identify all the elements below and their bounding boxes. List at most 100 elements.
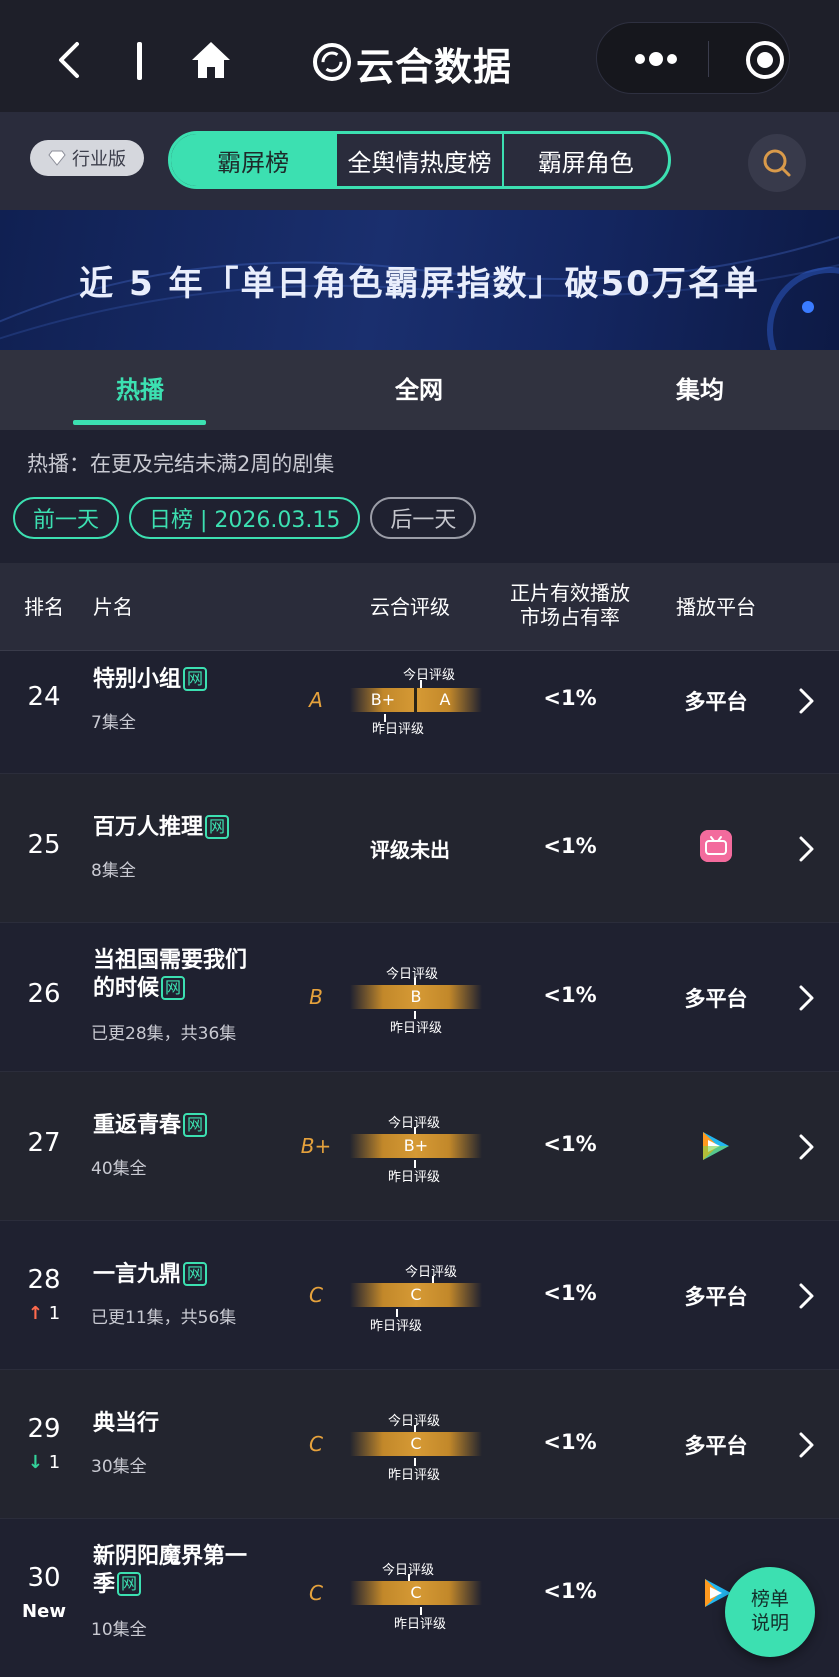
- market-share: <1%: [543, 983, 597, 1007]
- grade-bar: C: [350, 1283, 482, 1307]
- chevron-right-icon[interactable]: [796, 686, 816, 716]
- scope-description: 热播：在更及完结未满2周的剧集: [27, 452, 335, 476]
- grade-value: B+: [403, 1136, 429, 1155]
- platform-label: 多平台: [684, 1434, 748, 1458]
- net-drama-tag: 网: [161, 976, 186, 1000]
- rank-number: 27: [27, 1128, 61, 1158]
- show-title: 典当行: [93, 1410, 263, 1438]
- title-bar: 云合数据: [0, 0, 839, 112]
- next-day-button[interactable]: 后一天: [370, 497, 477, 539]
- today-grade-label: 今日评级: [403, 668, 456, 683]
- promo-banner[interactable]: 近 5 年「单日角色霸屏指数」破50万名单: [0, 210, 839, 350]
- show-title-text: 一言九鼎: [93, 1262, 182, 1287]
- new-entry-badge: New: [22, 1601, 66, 1622]
- yesterday-grade-label: 昨日评级: [388, 1468, 441, 1483]
- ranking-explanation-button[interactable]: 榜单 说明: [725, 1567, 815, 1657]
- segment-dominant-roles[interactable]: 霸屏角色: [504, 134, 668, 186]
- banner-title: 近 5 年「单日角色霸屏指数」破50万名单: [79, 264, 760, 304]
- header-share-line1: 正片有效播放: [510, 581, 630, 605]
- grade-value: B: [410, 987, 422, 1006]
- today-grade-label: 今日评级: [405, 1265, 458, 1280]
- mini-program-capsule: [596, 22, 790, 94]
- show-title-text: 典当行: [93, 1411, 160, 1436]
- chevron-right-icon[interactable]: [796, 834, 816, 864]
- rank-number: 24: [27, 682, 61, 712]
- rank-number: 26: [27, 979, 61, 1009]
- table-row[interactable]: 28 ↑ 1 一言九鼎网 已更11集，共56集 C 今日评级 C 昨日评级 <1…: [0, 1221, 839, 1370]
- show-title-text: 百万人推理: [93, 815, 204, 840]
- edition-label: 行业版: [72, 149, 126, 170]
- tencent-video-icon: [703, 1132, 729, 1160]
- show-title-line2: 季: [93, 1572, 116, 1597]
- yesterday-grade-value: B+: [370, 690, 396, 709]
- tab-all-network[interactable]: 全网: [349, 370, 489, 405]
- arrow-up-icon: ↑: [27, 1303, 43, 1324]
- yesterday-grade-label: 昨日评级: [388, 1170, 441, 1185]
- segment-public-opinion-ranking[interactable]: 全舆情热度榜: [337, 134, 504, 186]
- episode-info: 40集全: [91, 1159, 147, 1179]
- show-title-line1: 新阴阳魔界第一: [93, 1544, 248, 1569]
- chevron-right-icon[interactable]: [796, 1430, 816, 1460]
- more-icon[interactable]: [633, 49, 679, 69]
- ranking-segmented-control: 霸屏榜 全舆情热度榜 霸屏角色: [168, 131, 671, 189]
- grade-letter: C: [309, 1581, 323, 1605]
- episode-info: 30集全: [91, 1457, 147, 1477]
- net-drama-tag: 网: [183, 1113, 208, 1137]
- back-arrow-icon[interactable]: [55, 40, 85, 80]
- market-share: <1%: [543, 1132, 597, 1156]
- close-target-icon[interactable]: [745, 40, 785, 80]
- explain-line1: 榜单: [750, 1588, 789, 1610]
- header-platform: 播放平台: [676, 595, 756, 619]
- chevron-right-icon[interactable]: [796, 983, 816, 1013]
- yesterday-grade-label: 昨日评级: [390, 1021, 443, 1036]
- home-icon[interactable]: [190, 40, 232, 80]
- episode-info: 已更11集，共56集: [91, 1308, 237, 1328]
- table-row[interactable]: 24 特别小组网 7集全 A 今日评级 B+ A 昨日评级 <1% 多平台: [0, 652, 839, 774]
- search-button[interactable]: [748, 134, 806, 192]
- date-navigator: 前一天 日榜 | 2026.03.15 后一天: [13, 497, 477, 539]
- capsule-divider: [708, 41, 709, 77]
- grade-letter: B+: [300, 1134, 332, 1158]
- net-drama-tag: 网: [183, 1262, 208, 1286]
- chevron-right-icon[interactable]: [796, 1281, 816, 1311]
- table-row[interactable]: 30 New 新阴阳魔界第一季网 10集全 C 今日评级 C 昨日评级 <1%: [0, 1519, 839, 1677]
- chevron-right-icon[interactable]: [796, 1132, 816, 1162]
- segment-dominance-ranking[interactable]: 霸屏榜: [171, 134, 338, 186]
- table-row[interactable]: 26 当祖国需要我们 的时候网 已更28集，共36集 B 今日评级 B 昨日评级 …: [0, 923, 839, 1072]
- grade-bar: B+ A: [350, 688, 482, 712]
- grade-value: C: [410, 1434, 422, 1453]
- grade-bar-divider: [414, 688, 417, 712]
- yesterday-grade-label: 昨日评级: [394, 1617, 447, 1632]
- header-name: 片名: [93, 595, 133, 619]
- show-title: 百万人推理网: [93, 814, 263, 842]
- table-row[interactable]: 29 ↓ 1 典当行 30集全 C 今日评级 C 昨日评级 <1% 多平台: [0, 1370, 839, 1519]
- date-picker[interactable]: 日榜 | 2026.03.15: [129, 497, 361, 539]
- show-title: 当祖国需要我们 的时候网: [93, 947, 263, 1003]
- today-tick: [420, 680, 422, 688]
- grade-value: C: [410, 1583, 422, 1602]
- platform-label: 多平台: [684, 987, 748, 1011]
- show-title: 重返青春网: [93, 1112, 263, 1140]
- rank-change-value: 1: [48, 1303, 61, 1324]
- net-drama-tag: 网: [183, 667, 208, 691]
- prev-day-button[interactable]: 前一天: [13, 497, 120, 539]
- show-title: 特别小组网: [93, 666, 263, 694]
- edition-badge[interactable]: 行业版: [30, 140, 144, 176]
- table-row[interactable]: 25 百万人推理网 8集全 评级未出 <1%: [0, 774, 839, 923]
- market-share: <1%: [543, 1430, 597, 1454]
- episode-info: 7集全: [91, 713, 136, 733]
- tab-hot[interactable]: 热播: [70, 370, 210, 405]
- table-row[interactable]: 27 重返青春网 40集全 B+ 今日评级 B+ 昨日评级 <1%: [0, 1072, 839, 1221]
- rank-change-value: 1: [48, 1452, 61, 1473]
- grade-bar: B: [350, 985, 482, 1009]
- rank-number: 28: [27, 1265, 61, 1295]
- grade-letter: A: [309, 688, 323, 712]
- explain-line2: 说明: [750, 1612, 789, 1634]
- market-share: <1%: [543, 686, 597, 710]
- tab-per-episode[interactable]: 集均: [630, 370, 770, 405]
- header-share: 正片有效播放 市场占有率: [500, 581, 640, 629]
- today-grade-label: 今日评级: [386, 967, 439, 982]
- yesterday-grade-label: 昨日评级: [370, 1319, 423, 1334]
- episode-info: 10集全: [91, 1620, 147, 1640]
- episode-info: 已更28集，共36集: [91, 1024, 237, 1044]
